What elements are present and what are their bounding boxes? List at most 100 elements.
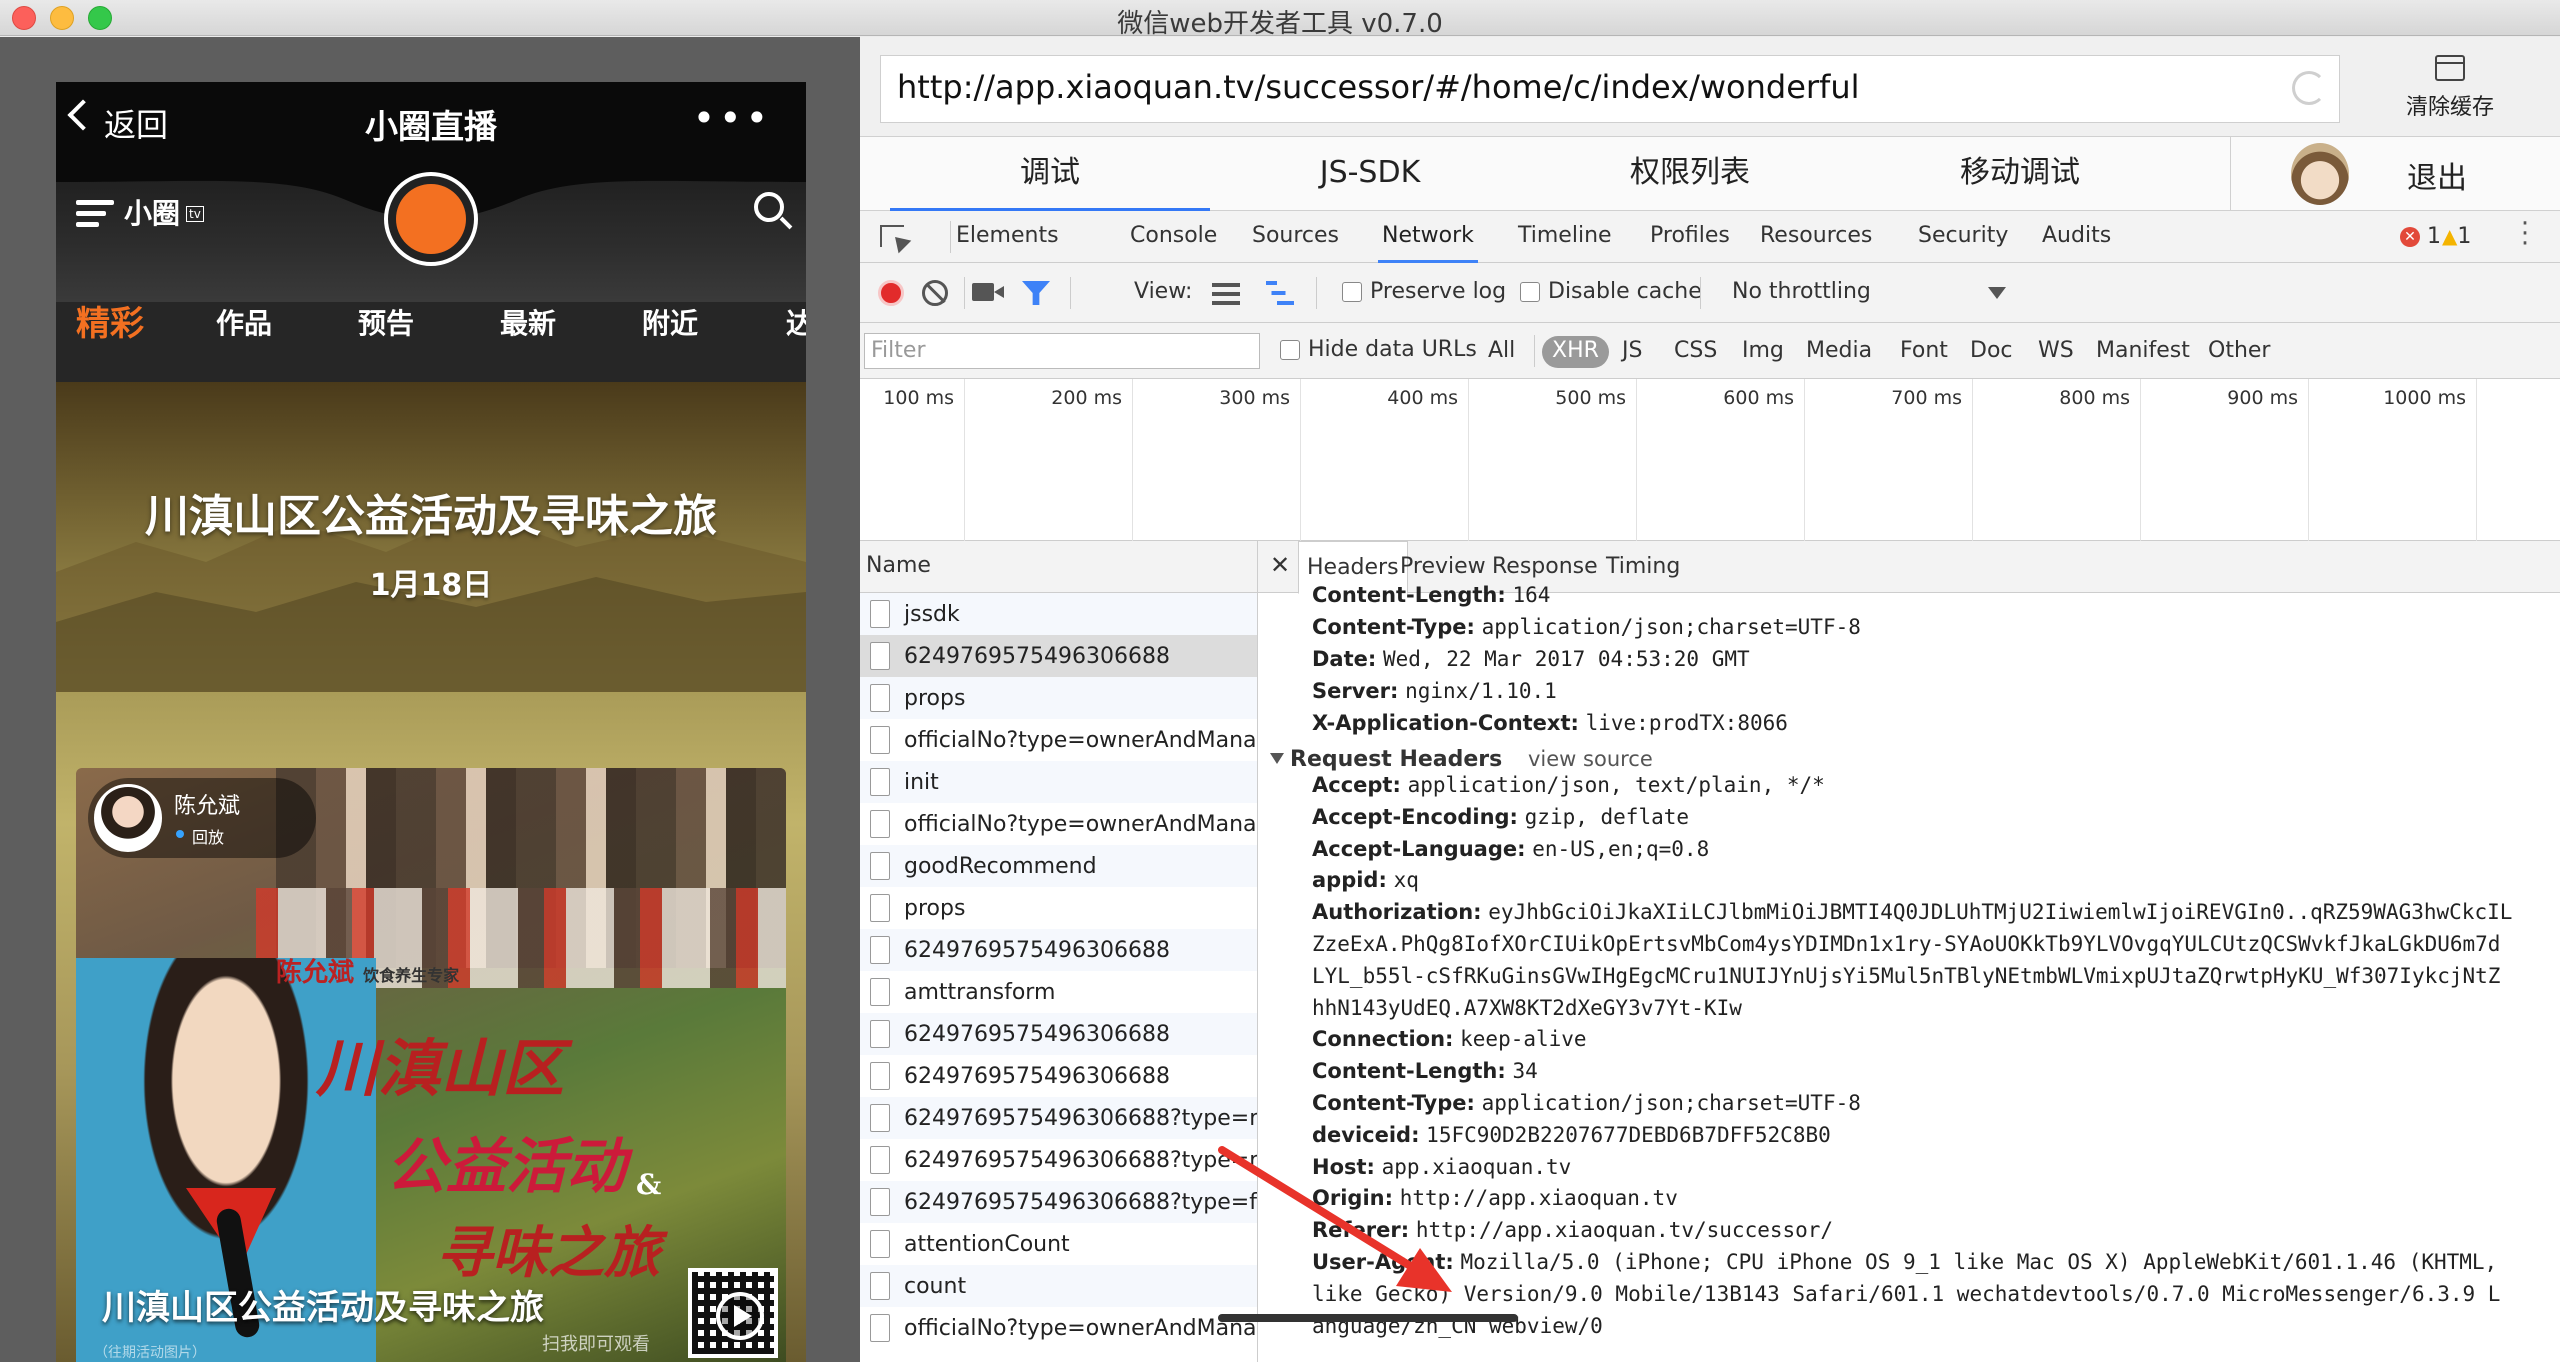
request-name: officialNo?type=ownerAndManage... xyxy=(904,811,1257,837)
category-tab-5[interactable]: 达 xyxy=(786,296,806,342)
search-icon[interactable] xyxy=(754,192,784,222)
type-all[interactable]: All xyxy=(1478,336,1525,368)
request-row[interactable]: 6249769575496306688?type=m... xyxy=(860,1097,1257,1139)
close-icon[interactable]: ✕ xyxy=(1270,551,1290,579)
warning-count-badge[interactable]: ▲1 xyxy=(2442,224,2471,249)
preserve-log-checkbox[interactable] xyxy=(1342,282,1362,302)
clear-cache-button[interactable]: 清除缓存 xyxy=(2380,51,2520,121)
filter-input[interactable]: Filter xyxy=(864,333,1260,369)
horizontal-scrollbar[interactable] xyxy=(1218,1314,1518,1322)
event-banner[interactable]: 川滇山区公益活动及寻味之旅 1月18日 陈允斌 回放 陈允斌 饮食养生专家 川滇… xyxy=(56,382,806,1362)
tab-security[interactable]: Security xyxy=(1918,211,2008,263)
type-css[interactable]: CSS xyxy=(1664,336,1727,368)
request-row[interactable]: amttransform xyxy=(860,971,1257,1013)
tab-timeline[interactable]: Timeline xyxy=(1518,211,1612,263)
type-font[interactable]: Font xyxy=(1890,336,1958,368)
type-xhr[interactable]: XHR xyxy=(1542,336,1609,368)
error-count-badge[interactable]: ✕ 1 xyxy=(2400,224,2441,249)
request-row[interactable]: 6249769575496306688 xyxy=(860,635,1257,677)
header-line: Referer: http://app.xiaoquan.tv/successo… xyxy=(1312,1214,1833,1246)
tab-console[interactable]: Console xyxy=(1130,211,1217,263)
tab-audits[interactable]: Audits xyxy=(2042,211,2111,263)
timeline-gridline xyxy=(2308,379,2309,541)
request-row[interactable]: init xyxy=(860,761,1257,803)
request-row[interactable]: officialNo?type=ownerAndManage... xyxy=(860,803,1257,845)
go-live-button[interactable] xyxy=(384,172,478,266)
timeline-gridline xyxy=(1300,379,1301,541)
tab-network[interactable]: Network xyxy=(1378,211,1478,263)
more-options-icon[interactable]: · · · xyxy=(2520,211,2530,257)
warning-icon: ▲ xyxy=(2442,224,2458,248)
record-dot-icon xyxy=(396,184,466,254)
request-row[interactable]: 6249769575496306688 xyxy=(860,929,1257,971)
request-row[interactable]: count xyxy=(860,1265,1257,1307)
category-tab-4[interactable]: 附近 xyxy=(642,296,698,342)
request-row[interactable]: officialNo?type=ownerAndManage... xyxy=(860,719,1257,761)
file-icon xyxy=(870,768,890,796)
request-row[interactable]: 6249769575496306688 xyxy=(860,1055,1257,1097)
timeline-gridline xyxy=(1468,379,1469,541)
tab-debug[interactable]: 调试 xyxy=(890,137,1210,211)
play-icon[interactable] xyxy=(716,1292,764,1340)
more-menu-icon[interactable]: ••• xyxy=(693,96,772,140)
tab-permissions[interactable]: 权限列表 xyxy=(1530,137,1850,211)
chevron-down-icon[interactable] xyxy=(1988,287,2006,299)
streamer-chip[interactable]: 陈允斌 回放 xyxy=(88,778,316,858)
request-row[interactable]: 6249769575496306688 xyxy=(860,1013,1257,1055)
request-row[interactable]: 6249769575496306688?type=m... xyxy=(860,1139,1257,1181)
clear-log-icon[interactable] xyxy=(922,280,948,306)
type-media[interactable]: Media xyxy=(1796,336,1882,368)
header-key: Host: xyxy=(1312,1154,1375,1179)
live-card[interactable]: 陈允斌 回放 陈允斌 饮食养生专家 川滇山区 公益活动 & 寻味之旅 川滇山区公… xyxy=(76,768,786,1362)
url-input[interactable]: http://app.xiaoquan.tv/successor/#/home/… xyxy=(880,55,2340,123)
type-doc[interactable]: Doc xyxy=(1960,336,2023,368)
header-value: gzip, deflate xyxy=(1524,804,1690,829)
type-img[interactable]: Img xyxy=(1732,336,1794,368)
request-row[interactable]: props xyxy=(860,677,1257,719)
tab-remote-debug[interactable]: 移动调试 xyxy=(1850,137,2190,211)
hide-data-urls-checkbox[interactable] xyxy=(1280,340,1300,360)
request-row[interactable]: jssdk xyxy=(860,593,1257,635)
file-icon xyxy=(870,726,890,754)
network-timeline[interactable]: 100 ms 200 ms 300 ms 400 ms 500 ms 600 ms 700 … xyxy=(860,379,2560,541)
reload-icon[interactable] xyxy=(2292,71,2326,105)
tab-sources[interactable]: Sources xyxy=(1252,211,1339,263)
user-avatar[interactable] xyxy=(2291,143,2349,205)
tab-resources[interactable]: Resources xyxy=(1760,211,1872,263)
logout-button[interactable]: 退出 xyxy=(2407,153,2467,197)
type-other[interactable]: Other xyxy=(2198,336,2280,368)
streamer-avatar[interactable] xyxy=(94,784,162,852)
request-row[interactable]: 6249769575496306688?type=fa... xyxy=(860,1181,1257,1223)
large-rows-icon[interactable] xyxy=(1212,281,1240,305)
inspect-element-icon[interactable] xyxy=(880,225,904,247)
request-row[interactable]: officialNo?type=ownerAndManage... xyxy=(860,1307,1257,1349)
request-row[interactable]: goodRecommend xyxy=(860,845,1257,887)
request-name: attentionCount xyxy=(904,1231,1070,1257)
hide-data-urls-label: Hide data URLs xyxy=(1308,337,1477,362)
request-row[interactable]: attentionCount xyxy=(860,1223,1257,1265)
header-value: app.xiaoquan.tv xyxy=(1381,1154,1572,1179)
tab-profiles[interactable]: Profiles xyxy=(1650,211,1730,263)
throttling-select[interactable]: No throttling xyxy=(1732,279,1871,304)
tab-timing[interactable]: Timing xyxy=(1598,541,1688,593)
type-manifest[interactable]: Manifest xyxy=(2086,336,2200,368)
filter-icon[interactable] xyxy=(1022,281,1050,305)
category-tab-3[interactable]: 最新 xyxy=(500,296,556,342)
overview-icon[interactable] xyxy=(1266,281,1294,305)
name-column-header[interactable]: Name xyxy=(860,541,1257,593)
type-ws[interactable]: WS xyxy=(2028,336,2084,368)
request-row[interactable]: props xyxy=(860,887,1257,929)
hamburger-menu-icon[interactable] xyxy=(76,200,114,233)
category-tab-1[interactable]: 作品 xyxy=(216,296,272,342)
disable-cache-checkbox[interactable] xyxy=(1520,282,1540,302)
type-js[interactable]: JS xyxy=(1612,336,1652,368)
tab-js-sdk[interactable]: JS-SDK xyxy=(1210,137,1530,211)
category-tab-2[interactable]: 预告 xyxy=(358,296,414,342)
category-tab-0[interactable]: 精彩 xyxy=(76,296,144,345)
filter-bar: Filter Hide data URLs All XHR JS CSS Img… xyxy=(860,323,2560,379)
header-key: Accept-Encoding: xyxy=(1312,804,1518,829)
record-network-icon[interactable] xyxy=(878,280,904,306)
view-source-link[interactable]: view source xyxy=(1528,747,1653,771)
capture-screenshots-icon[interactable] xyxy=(972,283,1004,301)
tab-elements[interactable]: Elements xyxy=(956,211,1059,263)
